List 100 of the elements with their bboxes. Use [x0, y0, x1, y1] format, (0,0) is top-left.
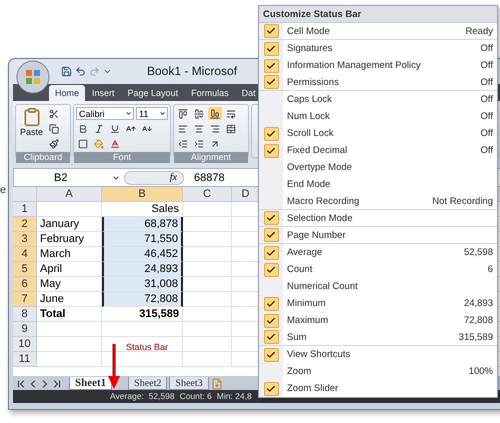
row-header[interactable]: 2	[13, 217, 37, 232]
row-header[interactable]: 3	[13, 232, 37, 248]
copy-icon[interactable]	[47, 122, 62, 136]
ribbon-tab[interactable]: Dat	[236, 85, 262, 102]
status-text: Min: 24,8	[216, 391, 252, 402]
table-cell: February	[37, 232, 102, 248]
border-icon[interactable]	[76, 137, 90, 150]
row-header[interactable]: 11	[13, 352, 37, 368]
font-name-dropdown[interactable]: Calibri	[76, 107, 134, 120]
save-icon[interactable]	[61, 66, 72, 77]
table-cell: 68,878	[102, 217, 183, 232]
table-cell	[183, 232, 232, 248]
clipboard-icon	[22, 107, 42, 128]
table-cell: April	[37, 262, 102, 278]
table-cell	[183, 292, 232, 308]
menu-item[interactable]: Fixed Decimal Off	[259, 142, 497, 159]
last-sheet-icon[interactable]	[51, 378, 63, 390]
menu-item[interactable]: Numerical Count	[259, 278, 497, 295]
menu-item[interactable]: Scroll Lock Off	[259, 125, 497, 142]
ribbon-tab[interactable]: Page Layout	[122, 85, 184, 102]
status-text: Count: 6	[180, 391, 212, 402]
table-cell: 72,808	[102, 292, 183, 308]
menu-item[interactable]: Minimum 24,893	[259, 295, 497, 312]
table-cell: Sales	[102, 202, 183, 218]
sheet-tab[interactable]: Sheet2	[128, 376, 168, 390]
ribbon-tab[interactable]: Insert	[86, 85, 121, 102]
sheet-tab[interactable]: Sheet3	[169, 376, 209, 390]
insert-function-button[interactable]: fx	[124, 170, 184, 185]
undo-icon[interactable]	[75, 66, 86, 77]
table-cell: 24,893	[102, 262, 183, 278]
menu-item[interactable]: Information Management Policy Off	[259, 57, 497, 74]
align-middle-icon[interactable]	[192, 107, 206, 120]
row-header[interactable]: 5	[13, 262, 37, 278]
formula-field[interactable]: 68878	[194, 172, 225, 184]
menu-item[interactable]: Average 52,598	[259, 244, 497, 261]
group-label: Alignment	[174, 152, 248, 164]
column-header[interactable]: B	[102, 187, 183, 202]
table-cell: 46,452	[102, 247, 183, 262]
menu-item[interactable]: Sum 315,589	[259, 329, 497, 346]
group-label: Clipboard	[16, 152, 70, 164]
annotation-label: Status Bar	[126, 342, 168, 352]
group-label: Font	[74, 152, 170, 164]
row-header[interactable]: 6	[13, 277, 37, 292]
paste-button[interactable]: Paste	[18, 107, 46, 150]
merge-icon[interactable]	[224, 122, 238, 136]
arrow-icon	[108, 344, 120, 389]
menu-item[interactable]: View Shortcuts	[259, 346, 497, 363]
align-bottom-icon[interactable]	[208, 107, 222, 120]
row-header[interactable]: 9	[13, 322, 37, 338]
row-header[interactable]: 7	[13, 292, 37, 308]
caret-icon	[159, 110, 166, 118]
sheet-tab[interactable]: Sheet1	[69, 376, 112, 390]
menu-item[interactable]: Macro Recording Not Recording	[259, 193, 497, 210]
column-header[interactable]: D	[232, 187, 260, 202]
office-logo-icon[interactable]	[16, 60, 50, 94]
align-top-icon[interactable]	[176, 107, 190, 120]
table-cell	[183, 262, 232, 278]
menu-item[interactable]: Permissions Off	[259, 74, 497, 91]
table-cell	[183, 337, 232, 352]
table-cell	[183, 202, 232, 218]
menu-item[interactable]: Zoom Slider	[259, 380, 497, 397]
menu-item[interactable]: Signatures Off	[259, 40, 497, 57]
table-cell: Total	[37, 307, 102, 322]
menu-item[interactable]: Cell Mode Ready	[259, 23, 497, 40]
menu-item[interactable]: Page Number	[259, 227, 497, 244]
row-header[interactable]: 8	[13, 307, 37, 322]
ribbon-tab[interactable]: Home	[49, 85, 86, 102]
first-sheet-icon[interactable]	[15, 378, 27, 390]
menu-item[interactable]: Zoom 100%	[259, 363, 497, 380]
menu-item[interactable]: Count 6	[259, 261, 497, 278]
row-header[interactable]: 10	[13, 337, 37, 352]
menu-item[interactable]: Overtype Mode	[259, 159, 497, 176]
table-cell	[183, 277, 232, 292]
table-cell	[183, 247, 232, 262]
font-size-dropdown[interactable]: 11	[136, 107, 168, 120]
menu-item[interactable]: Num Lock Off	[259, 108, 497, 125]
table-cell	[183, 217, 232, 232]
table-cell: 315,589	[102, 307, 183, 322]
menu-item[interactable]: End Mode	[259, 176, 497, 193]
caret-icon	[125, 110, 132, 118]
cut-text: e	[0, 184, 6, 196]
fill-color-icon[interactable]	[92, 137, 106, 150]
table-cell	[183, 307, 232, 322]
table-cell: 71,550	[102, 232, 183, 248]
format-painter-icon[interactable]	[47, 137, 62, 150]
table-cell: May	[37, 277, 102, 292]
table-cell: January	[37, 217, 102, 232]
table-cell: 31,008	[102, 277, 183, 292]
menu-item[interactable]: Selection Mode	[259, 210, 497, 227]
ribbon-tab[interactable]: Formulas	[185, 85, 235, 102]
row-header[interactable]: 4	[13, 247, 37, 262]
row-header[interactable]: 1	[13, 202, 37, 218]
status-text: Average: 52,598	[110, 391, 175, 402]
menu-item[interactable]: Maximum 72,808	[259, 312, 497, 329]
table-cell	[183, 322, 232, 338]
table-cell: June	[37, 292, 102, 308]
column-header[interactable]: A	[37, 187, 102, 202]
menu-item[interactable]: Caps Lock Off	[259, 91, 497, 108]
name-box[interactable]: B2	[14, 172, 124, 184]
column-header[interactable]: C	[183, 187, 232, 202]
